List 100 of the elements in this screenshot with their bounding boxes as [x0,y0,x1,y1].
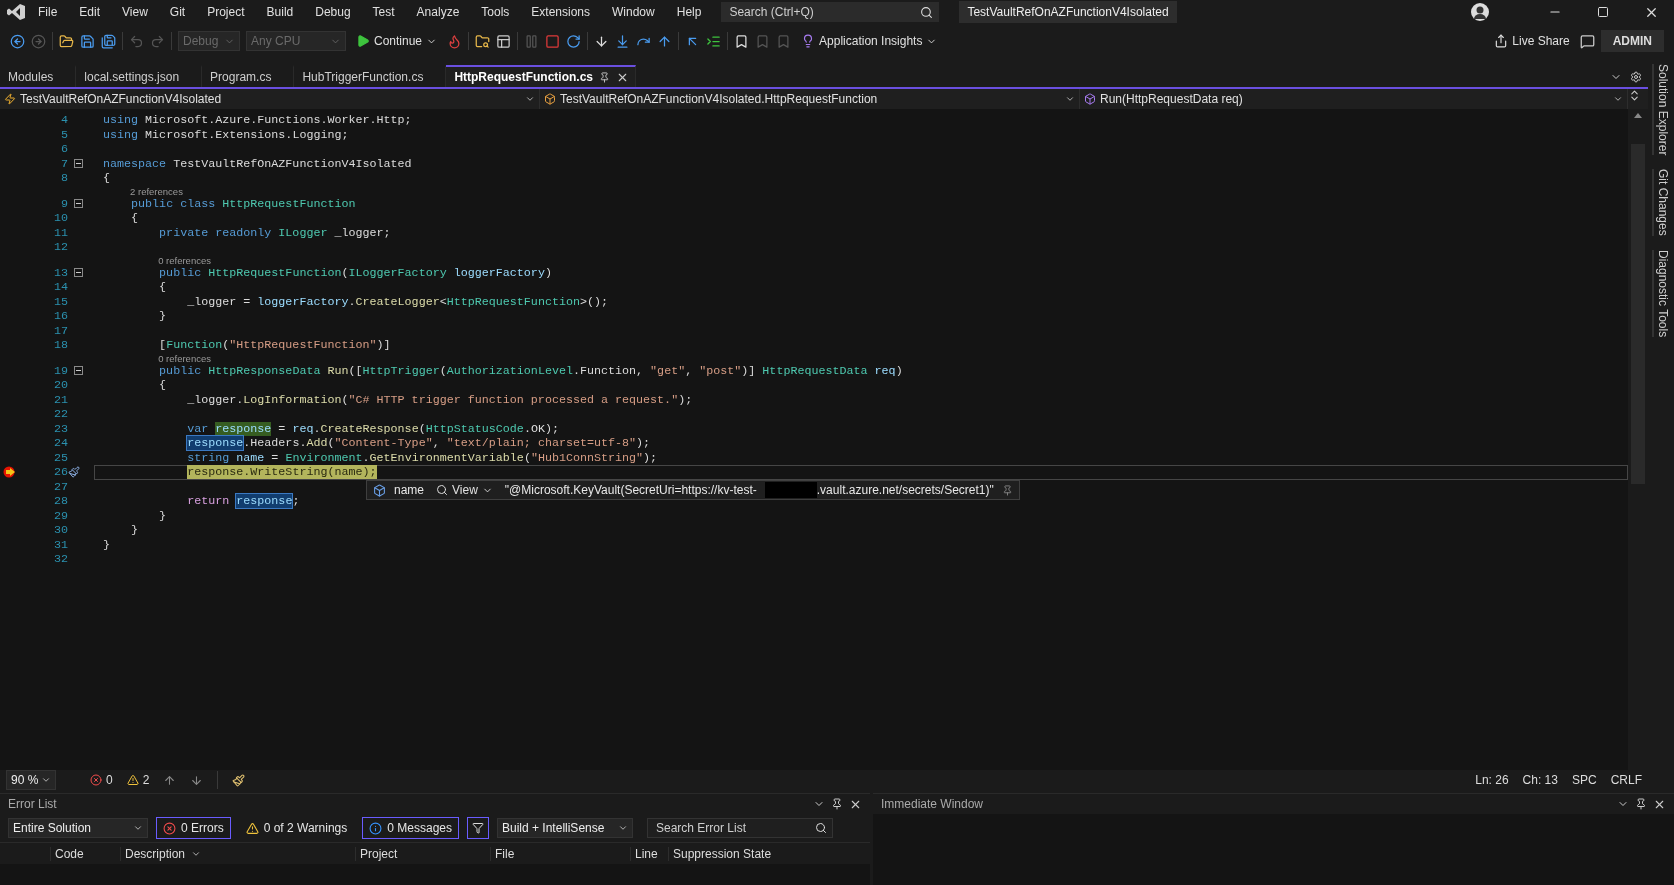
warning-icon [126,774,139,786]
indent-icon[interactable] [706,33,722,49]
folder-icon[interactable] [59,33,74,49]
pin-icon[interactable] [1635,797,1647,811]
column-header[interactable]: Description [120,846,355,861]
down-arrow-icon[interactable] [190,773,204,787]
save-all-icon[interactable] [101,33,116,49]
column-header[interactable]: Code [50,846,120,861]
menu-item[interactable]: Window [602,5,665,19]
code-line: { [158,378,168,393]
filter-toggle[interactable]: 0 Messages [362,817,459,839]
play-icon [356,34,370,48]
document-tab[interactable]: HttpRequestFunction.cs [446,65,637,87]
side-tab[interactable]: Solution Explorer [1652,64,1670,156]
continue-button[interactable]: Continue [352,32,442,50]
restart-icon[interactable] [566,33,582,49]
menu-item[interactable]: Build [256,5,304,19]
application-insights-button[interactable]: Application Insights [797,32,942,50]
menu-item[interactable]: Project [197,5,255,19]
line-number: 18 [52,338,68,353]
menu-item[interactable]: View [112,5,158,19]
scroll-up-icon[interactable] [1634,113,1642,118]
stop-icon[interactable] [545,33,561,49]
up-arrow-icon[interactable] [163,773,177,787]
menu-item[interactable]: Edit [69,5,111,19]
pin-icon[interactable] [831,797,843,811]
bookmark-icon[interactable] [734,33,750,49]
breakpoint-arrow-icon [3,466,17,479]
zoom-dropdown[interactable]: 90 % [6,770,56,790]
spacing-indicator[interactable]: SPC [1571,773,1597,787]
caret-icon [1613,94,1623,104]
avatar-icon[interactable] [1470,2,1490,22]
column-header[interactable]: File [490,846,630,861]
menu-item[interactable]: Git [159,5,196,19]
menu-item[interactable]: Debug [305,5,361,19]
filter-button[interactable] [467,817,489,839]
column-header[interactable]: Line [630,846,668,861]
warning-count[interactable]: 2 [126,773,150,787]
pin-icon[interactable] [599,71,611,83]
lightning-icon [4,93,16,105]
side-tab[interactable]: Diagnostic Tools [1652,250,1670,338]
fold-toggle[interactable] [74,159,83,169]
code-line: [Function("HttpRequestFunction")] [158,338,392,353]
line-number: 13 [52,265,68,280]
code-lens-references[interactable]: 2 references [130,185,1628,197]
line-number: 25 [52,450,68,465]
column-indicator[interactable]: Ch: 13 [1522,773,1558,787]
arrow-down-icon[interactable] [594,33,610,49]
menu-item[interactable]: Extensions [521,5,601,19]
line-number: 32 [52,552,68,567]
line-number: 4 [60,113,68,128]
source-dropdown[interactable]: Build + IntelliSense [497,818,633,838]
column-header[interactable]: Project [355,846,490,861]
code-line: } [158,309,168,324]
column-header[interactable]: Suppression State [668,846,808,861]
share-icon [1494,34,1509,48]
settings-icon[interactable] [1630,71,1642,83]
code-lens-references[interactable]: 0 references [158,254,1628,266]
scope-dropdown[interactable]: Entire Solution [8,818,148,838]
search-field[interactable]: Search (Ctrl+Q) [721,2,940,22]
fold-toggle[interactable] [74,366,83,376]
error-icon [163,821,176,835]
paintbrush-icon[interactable] [232,773,246,787]
menu-item[interactable]: Tools [471,5,520,19]
line-number: 30 [52,523,68,538]
code-lens-references[interactable]: 0 references [158,352,1628,364]
search-icon [436,484,449,496]
menu-item[interactable]: File [28,5,68,19]
line-number: 6 [60,142,68,157]
live-share-button[interactable]: Live Share [1490,32,1574,50]
info-icon [369,821,383,835]
filter-toggle[interactable]: 0 of 2 Warnings [238,817,355,839]
side-tab[interactable]: Git Changes [1652,169,1670,237]
code-line: _logger = loggerFactory.CreateLogger<HttpRequestFunction>(); [186,294,610,309]
maximize-icon [1597,6,1609,18]
filter-toggle[interactable]: 0 Errors [156,817,231,839]
line-indicator[interactable]: Ln: 26 [1475,773,1509,787]
search-icon[interactable] [920,6,934,19]
fold-toggle[interactable] [74,268,83,278]
line-number: 23 [52,421,68,436]
feedback-icon[interactable] [1579,33,1595,49]
cube-icon [373,483,386,497]
view-button[interactable]: View [432,481,497,499]
account-button[interactable]: ADMIN [1600,30,1664,52]
fold-toggle[interactable] [74,199,83,209]
search-field[interactable]: Search Error List [647,818,833,838]
line-number: 9 [60,196,68,211]
line-number: 21 [52,392,68,407]
menu-item[interactable]: Help [666,5,712,19]
window-layout-icon[interactable] [496,33,512,49]
line-ending-indicator[interactable]: CRLF [1610,773,1642,787]
back-icon[interactable] [10,33,25,49]
error-count[interactable]: 0 [90,773,113,787]
menu-item[interactable]: Analyze [406,5,470,19]
search-icon[interactable] [815,822,827,834]
menu-item[interactable]: Test [362,5,405,19]
folder-search-icon[interactable] [475,33,491,49]
step-out-icon[interactable] [657,33,673,49]
data-tip[interactable]: name View "@Microsoft.KeyVault(SecretUri=https://kv-test- .vault.azure.net/secrets/Secret1)" [366,480,1020,500]
save-icon[interactable] [80,33,95,49]
